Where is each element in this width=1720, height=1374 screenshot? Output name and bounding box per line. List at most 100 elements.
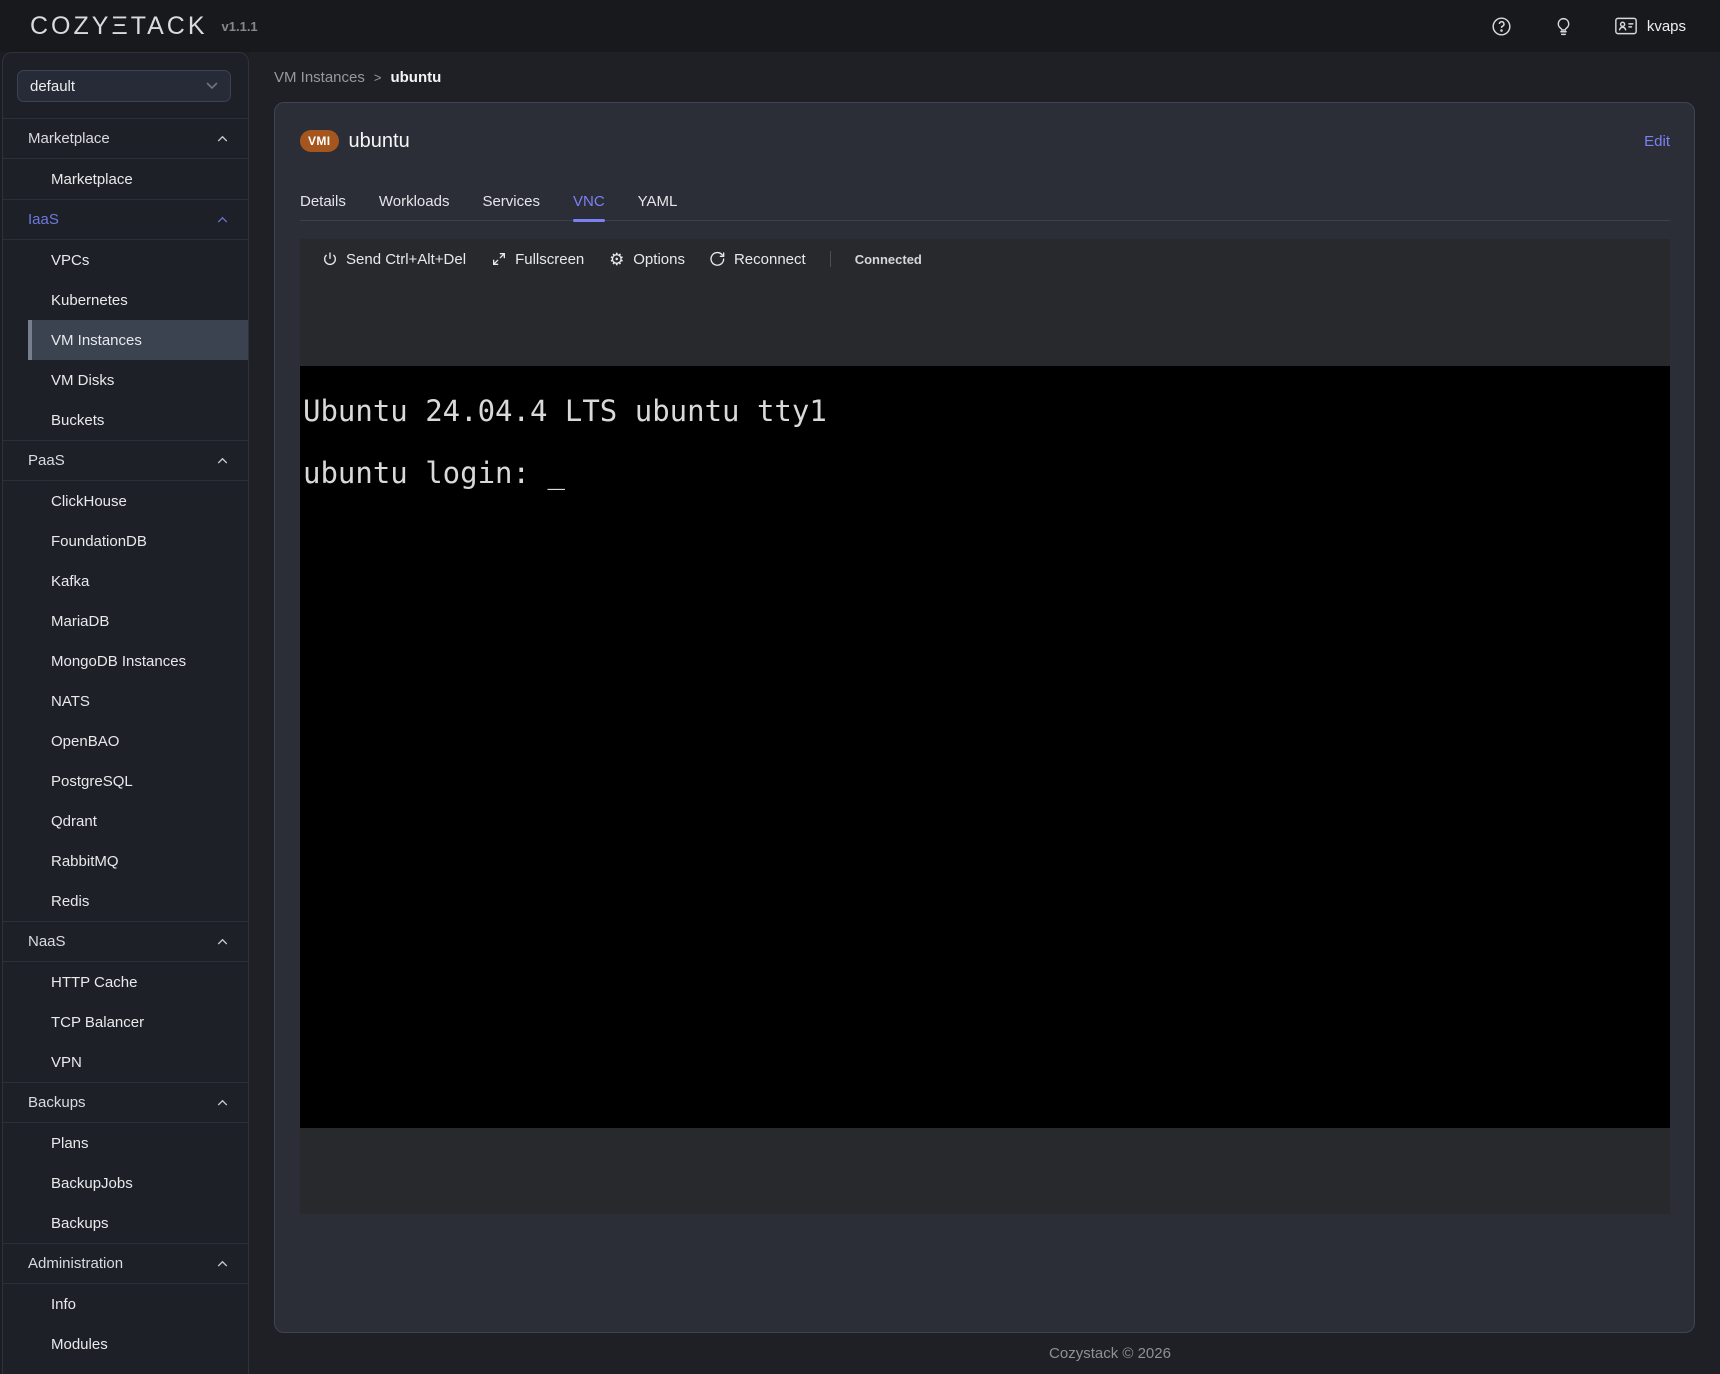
item-label: PostgreSQL xyxy=(51,773,133,790)
edit-button[interactable]: Edit xyxy=(1644,133,1670,150)
item-label: ClickHouse xyxy=(51,493,127,510)
vnc-toolbar: Send Ctrl+Alt+Del Fullscreen ⚙ xyxy=(300,239,1670,279)
tab-label: VNC xyxy=(573,193,605,210)
sidebar-item-qdrant[interactable]: Qdrant xyxy=(28,801,248,841)
sidebar-item-marketplace[interactable]: Marketplace xyxy=(28,159,248,199)
sidebar-item-kafka[interactable]: Kafka xyxy=(28,561,248,601)
sidebar-item-mongodb-instances[interactable]: MongoDB Instances xyxy=(28,641,248,681)
sidebar-item-backups[interactable]: Backups xyxy=(28,1203,248,1243)
section-backups[interactable]: Backups xyxy=(3,1082,248,1123)
resource-card: VMI ubuntu Edit Details Workloads Servic… xyxy=(274,102,1695,1333)
button-label: Fullscreen xyxy=(515,251,584,268)
item-label: Kubernetes xyxy=(51,292,128,309)
sidebar-item-foundationdb[interactable]: FoundationDB xyxy=(28,521,248,561)
footer: Cozystack © 2026 xyxy=(249,1333,1720,1374)
item-label: Redis xyxy=(51,893,89,910)
tab-label: Workloads xyxy=(379,193,450,210)
item-label: OpenBAO xyxy=(51,733,119,750)
tab-details[interactable]: Details xyxy=(300,183,346,220)
item-label: Backups xyxy=(51,1215,109,1232)
sidebar-item-vpcs[interactable]: VPCs xyxy=(28,240,248,280)
sidebar-item-mariadb[interactable]: MariaDB xyxy=(28,601,248,641)
item-label: Modules xyxy=(51,1336,108,1353)
item-label: VM Instances xyxy=(51,332,142,349)
sidebar-item-vm-disks[interactable]: VM Disks xyxy=(28,360,248,400)
sidebar-item-clickhouse[interactable]: ClickHouse xyxy=(28,481,248,521)
item-label: Info xyxy=(51,1296,76,1313)
vnc-panel: Send Ctrl+Alt+Del Fullscreen ⚙ xyxy=(300,239,1670,1214)
tab-workloads[interactable]: Workloads xyxy=(379,183,450,220)
item-label: MariaDB xyxy=(51,613,109,630)
item-label: FoundationDB xyxy=(51,533,147,550)
button-label: Options xyxy=(633,251,685,268)
namespace-select[interactable]: default xyxy=(17,70,231,102)
button-label: Reconnect xyxy=(734,251,806,268)
item-label: Buckets xyxy=(51,412,104,429)
sidebar-item-tcp-balancer[interactable]: TCP Balancer xyxy=(28,1002,248,1042)
sidebar-item-vm-instances[interactable]: VM Instances xyxy=(28,320,248,360)
send-ctrl-alt-del-button[interactable]: Send Ctrl+Alt+Del xyxy=(321,251,466,268)
sidebar-item-plans[interactable]: Plans xyxy=(28,1123,248,1163)
item-label: TCP Balancer xyxy=(51,1014,144,1031)
item-label: BackupJobs xyxy=(51,1175,133,1192)
chevron-up-icon xyxy=(217,216,228,223)
user-badge-icon xyxy=(1615,15,1637,37)
section-paas[interactable]: PaaS xyxy=(3,440,248,481)
item-label: Plans xyxy=(51,1135,89,1152)
username: kvaps xyxy=(1647,18,1686,35)
sidebar-item-info[interactable]: Info xyxy=(28,1284,248,1324)
sidebar: default Marketplace Marketplace IaaS VPC… xyxy=(0,52,249,1374)
sidebar-item-nats[interactable]: NATS xyxy=(28,681,248,721)
terminal-cursor: _ xyxy=(547,456,564,490)
terminal-line: Ubuntu 24.04.4 LTS ubuntu tty1 xyxy=(303,396,1670,427)
chevron-up-icon xyxy=(217,457,228,464)
sidebar-item-openbao[interactable]: OpenBAO xyxy=(28,721,248,761)
copyright-text: Cozystack © 2026 xyxy=(1049,1345,1171,1362)
sidebar-item-postgresql[interactable]: PostgreSQL xyxy=(28,761,248,801)
chevron-up-icon xyxy=(217,135,228,142)
vm-console-screen[interactable]: Ubuntu 24.04.4 LTS ubuntu tty1 ubuntu lo… xyxy=(300,366,1670,1128)
sidebar-item-modules[interactable]: Modules xyxy=(28,1324,248,1364)
app-logo: COZYΞTACK xyxy=(30,12,208,41)
section-label: Backups xyxy=(28,1094,86,1111)
breadcrumb: VM Instances > ubuntu xyxy=(274,66,1720,88)
item-label: RabbitMQ xyxy=(51,853,119,870)
section-marketplace[interactable]: Marketplace xyxy=(3,118,248,159)
help-icon[interactable] xyxy=(1491,15,1513,37)
user-menu[interactable]: kvaps xyxy=(1615,15,1686,37)
tab-vnc[interactable]: VNC xyxy=(573,183,605,220)
section-label: Marketplace xyxy=(28,130,110,147)
options-button[interactable]: ⚙ Options xyxy=(608,251,685,268)
sidebar-item-kubernetes[interactable]: Kubernetes xyxy=(28,280,248,320)
vmi-badge: VMI xyxy=(300,130,339,152)
sidebar-item-rabbitmq[interactable]: RabbitMQ xyxy=(28,841,248,881)
item-label: MongoDB Instances xyxy=(51,653,186,670)
card-header: VMI ubuntu Edit xyxy=(300,129,1670,153)
sidebar-panel: default Marketplace Marketplace IaaS VPC… xyxy=(2,52,249,1374)
section-label: PaaS xyxy=(28,452,65,469)
section-iaas[interactable]: IaaS xyxy=(3,199,248,240)
breadcrumb-vm-instances[interactable]: VM Instances xyxy=(274,69,365,86)
namespace-select-value: default xyxy=(30,78,75,95)
item-label: VPN xyxy=(51,1054,82,1071)
section-label: Administration xyxy=(28,1255,123,1272)
breadcrumb-current: ubuntu xyxy=(390,69,441,86)
item-label: Qdrant xyxy=(51,813,97,830)
theme-lightbulb-icon[interactable] xyxy=(1553,15,1575,37)
sidebar-item-backupjobs[interactable]: BackupJobs xyxy=(28,1163,248,1203)
sidebar-item-http-cache[interactable]: HTTP Cache xyxy=(28,962,248,1002)
sidebar-item-redis[interactable]: Redis xyxy=(28,881,248,921)
chevron-up-icon xyxy=(217,938,228,945)
section-label: IaaS xyxy=(28,211,59,228)
reconnect-button[interactable]: Reconnect xyxy=(709,251,806,268)
section-administration[interactable]: Administration xyxy=(3,1243,248,1284)
tab-services[interactable]: Services xyxy=(482,183,540,220)
sidebar-item-buckets[interactable]: Buckets xyxy=(28,400,248,440)
fullscreen-button[interactable]: Fullscreen xyxy=(490,251,584,268)
tab-bar: Details Workloads Services VNC YAML xyxy=(300,183,1670,221)
item-label: NATS xyxy=(51,693,90,710)
tab-yaml[interactable]: YAML xyxy=(638,183,678,220)
tab-label: YAML xyxy=(638,193,678,210)
section-naas[interactable]: NaaS xyxy=(3,921,248,962)
sidebar-item-vpn[interactable]: VPN xyxy=(28,1042,248,1082)
